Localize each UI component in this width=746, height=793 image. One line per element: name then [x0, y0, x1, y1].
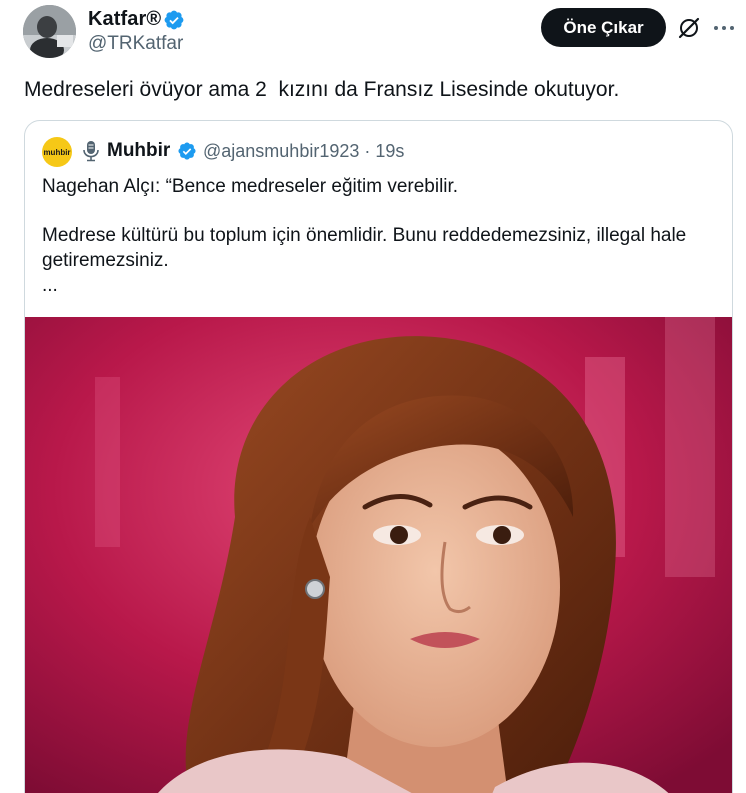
- tweet-detail: Katfar® @TRKatfar Öne Çıkar Medreseleri …: [0, 0, 746, 793]
- verified-badge-icon: [164, 10, 184, 30]
- quoted-timestamp[interactable]: 19s: [375, 141, 404, 161]
- quoted-line: Medrese kültürü bu toplum için önemlidir…: [42, 225, 687, 271]
- quoted-media-image[interactable]: [25, 317, 732, 793]
- quoted-tweet-card[interactable]: muhbir Muhbir @ajansmuhbir1923 · 19s Nag…: [24, 120, 733, 793]
- meta-separator: ·: [364, 141, 371, 161]
- verified-badge-icon: [178, 142, 196, 160]
- author-handle[interactable]: @TRKatfar: [88, 33, 183, 55]
- quoted-meta: @ajansmuhbir1923 · 19s: [203, 141, 404, 162]
- tweet-text: Medreseleri övüyor ama 2 kızını da Frans…: [24, 78, 620, 101]
- feature-button[interactable]: Öne Çıkar: [541, 8, 666, 47]
- author-avatar[interactable]: [23, 5, 76, 58]
- quoted-tweet-text: Nagehan Alçı: “Bence medreseler eğitim v…: [42, 174, 722, 298]
- quoted-avatar[interactable]: muhbir: [42, 137, 72, 167]
- quoted-avatar-logo-text: muhbir: [43, 147, 71, 157]
- microphone-icon: [83, 141, 99, 162]
- author-name[interactable]: Katfar®: [88, 8, 161, 31]
- quoted-author-handle[interactable]: @ajansmuhbir1923: [203, 141, 359, 161]
- grok-slash-icon[interactable]: [676, 15, 702, 41]
- quoted-line: Nagehan Alçı: “Bence medreseler eğitim v…: [42, 176, 459, 197]
- quoted-line: ...: [42, 275, 58, 296]
- quoted-author-name[interactable]: Muhbir: [107, 140, 170, 162]
- more-dots-icon[interactable]: [711, 15, 737, 41]
